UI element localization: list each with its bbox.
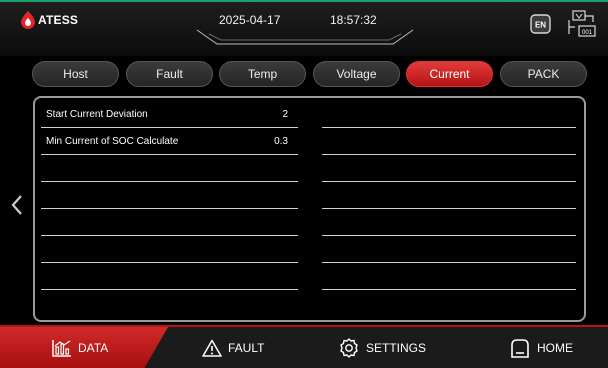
date-display: 2025-04-17	[219, 13, 281, 27]
param-label: Min Current of SOC Calculate	[46, 136, 179, 147]
param-label: Start Current Deviation	[46, 109, 148, 120]
empty-row	[41, 236, 298, 263]
empty-row	[322, 182, 576, 209]
empty-row	[322, 236, 576, 263]
parameter-panel: Start Current Deviation 2 Min Current of…	[33, 96, 586, 322]
gear-icon	[340, 337, 358, 358]
brand-name: ATESS	[38, 13, 79, 27]
nav-home-label: HOME	[537, 340, 573, 355]
header-decoration	[196, 29, 414, 45]
bar-chart-icon	[52, 339, 71, 357]
nav-data[interactable]: DATA	[52, 327, 108, 368]
empty-row	[322, 209, 576, 236]
chevron-left-icon[interactable]	[10, 194, 24, 216]
tab-label: Host	[63, 67, 88, 81]
nav-fault-label: FAULT	[228, 340, 265, 355]
warning-icon	[202, 339, 222, 357]
top-bar: ATESS 2025-04-17 18:57:32 EN 001	[0, 0, 608, 56]
tab-temp[interactable]: Temp	[219, 61, 306, 87]
empty-row	[322, 128, 576, 155]
bottom-nav: DATA FAULT SETTINGS HOME	[0, 327, 608, 368]
tab-voltage[interactable]: Voltage	[313, 61, 400, 87]
nav-fault[interactable]: FAULT	[202, 327, 264, 368]
flame-logo-icon	[21, 11, 35, 29]
device-tag: 001	[582, 30, 593, 36]
tab-pack[interactable]: PACK	[500, 61, 587, 87]
time-display: 18:57:32	[330, 13, 377, 27]
empty-row	[41, 209, 298, 236]
tab-label: Temp	[247, 67, 278, 81]
param-row: Min Current of SOC Calculate 0.3	[41, 128, 298, 155]
tab-label: PACK	[527, 67, 560, 81]
home-icon	[511, 338, 529, 358]
nav-settings-label: SETTINGS	[366, 340, 427, 355]
tab-label: Current	[429, 67, 470, 81]
nav-settings[interactable]: SETTINGS	[338, 327, 426, 368]
tab-current[interactable]: Current	[406, 61, 493, 87]
nav-data-label: DATA	[78, 340, 109, 355]
language-button[interactable]: EN	[530, 13, 552, 35]
param-row: Start Current Deviation 2	[41, 101, 298, 128]
param-value[interactable]: 0.3	[274, 136, 288, 147]
nav-home[interactable]: HOME	[509, 327, 573, 368]
brand-logo: ATESS	[20, 10, 78, 30]
empty-row	[322, 263, 576, 290]
tab-label: Fault	[156, 67, 183, 81]
empty-row	[322, 101, 576, 128]
empty-row	[41, 182, 298, 209]
empty-row	[41, 263, 298, 290]
language-label: EN	[535, 21, 546, 30]
network-device-icon[interactable]: 001	[567, 10, 597, 38]
top-status-line	[0, 0, 608, 2]
tab-fault[interactable]: Fault	[126, 61, 213, 87]
tab-label: Voltage	[336, 67, 377, 81]
param-value[interactable]: 2	[282, 109, 288, 120]
empty-row	[322, 155, 576, 182]
tab-host[interactable]: Host	[32, 61, 119, 87]
empty-row	[41, 155, 298, 182]
